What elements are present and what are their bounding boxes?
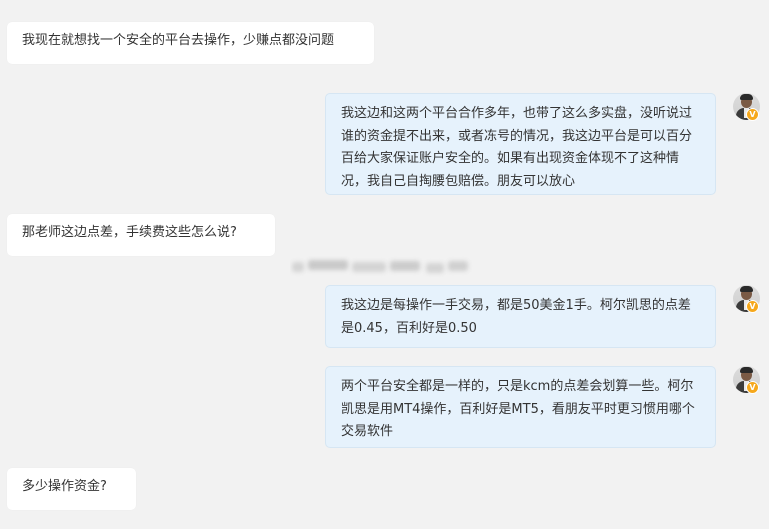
incoming-message-bubble[interactable]: 多少操作资金? — [7, 468, 136, 510]
incoming-message-bubble[interactable]: 我现在就想找一个安全的平台去操作，少赚点都没问题 — [7, 22, 374, 64]
verified-badge-icon: V — [746, 108, 759, 121]
incoming-message-bubble[interactable]: 那老师这边点差，手续费这些怎么说? — [7, 214, 275, 256]
message-text: 那老师这边点差，手续费这些怎么说? — [22, 225, 237, 240]
message-text: 两个平台安全都是一样的，只是kcm的点差会划算一些。柯尔凯思是用MT4操作，百利… — [341, 379, 695, 439]
redacted-text — [290, 256, 476, 278]
outgoing-message-bubble[interactable]: 我这边和这两个平台合作多年，也带了这么多实盘，没听说过谁的资金提不出来，或者冻号… — [325, 93, 716, 195]
message-text: 多少操作资金? — [22, 479, 107, 494]
outgoing-message-bubble[interactable]: 我这边是每操作一手交易，都是50美金1手。柯尔凯思的点差是0.45，百利好是0.… — [325, 285, 716, 348]
message-text: 我这边和这两个平台合作多年，也带了这么多实盘，没听说过谁的资金提不出来，或者冻号… — [341, 106, 693, 189]
verified-badge-icon: V — [746, 300, 759, 313]
message-text: 我现在就想找一个安全的平台去操作，少赚点都没问题 — [22, 33, 335, 48]
outgoing-message-bubble[interactable]: 两个平台安全都是一样的，只是kcm的点差会划算一些。柯尔凯思是用MT4操作，百利… — [325, 366, 716, 448]
verified-badge-icon: V — [746, 381, 759, 394]
message-text: 我这边是每操作一手交易，都是50美金1手。柯尔凯思的点差是0.45，百利好是0.… — [341, 298, 691, 336]
